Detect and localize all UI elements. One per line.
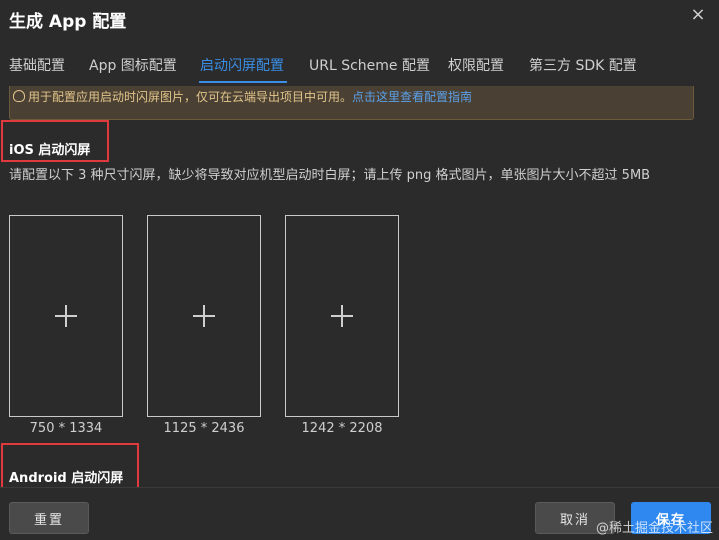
ios-description: 请配置以下 3 种尺寸闪屏，缺少将导致对应机型启动时白屏；请上传 png 格式图… [9, 168, 651, 183]
notice-text: 用于配置应用启动时闪屏图片，仅可在云端导出项目中可用。 [28, 90, 353, 104]
ios-upload-slot-1125[interactable] [147, 215, 261, 417]
reset-button[interactable]: 重置 [9, 502, 89, 534]
close-icon[interactable]: × [689, 6, 707, 24]
tab-splash[interactable]: 启动闪屏配置 [200, 55, 284, 75]
tab-permissions[interactable]: 权限配置 [448, 55, 504, 75]
slot-size-label: 1125 * 2436 [163, 421, 245, 436]
ios-section-title: iOS 启动闪屏 [9, 143, 91, 158]
plus-icon [193, 305, 215, 327]
page-title: 生成 App 配置 [9, 12, 127, 32]
slot-size-label: 1242 * 2208 [301, 421, 383, 436]
notice-content: 用于配置应用启动时闪屏图片，仅可在云端导出项目中可用。点击这里查看配置指南 [13, 88, 472, 105]
active-tab-indicator [199, 81, 287, 83]
tab-url-scheme[interactable]: URL Scheme 配置 [309, 55, 430, 75]
tab-app-icon[interactable]: App 图标配置 [89, 55, 177, 75]
tab-basic[interactable]: 基础配置 [9, 55, 65, 75]
ios-upload-slot-750[interactable] [9, 215, 123, 417]
plus-icon [55, 305, 77, 327]
plus-icon [331, 305, 353, 327]
slot-size-label: 750 * 1334 [29, 421, 103, 436]
android-section-title: Android 启动闪屏 [9, 471, 124, 486]
notice-banner: 用于配置应用启动时闪屏图片，仅可在云端导出项目中可用。点击这里查看配置指南 [9, 86, 694, 120]
tab-bar: 基础配置 App 图标配置 启动闪屏配置 URL Scheme 配置 权限配置 … [0, 50, 719, 84]
notice-guide-link[interactable]: 点击这里查看配置指南 [352, 90, 472, 104]
tab-third-party-sdk[interactable]: 第三方 SDK 配置 [529, 55, 637, 75]
ios-upload-slot-1242[interactable] [285, 215, 399, 417]
lightbulb-icon [13, 90, 25, 102]
watermark: @稀土掘金技术社区 [595, 521, 713, 536]
